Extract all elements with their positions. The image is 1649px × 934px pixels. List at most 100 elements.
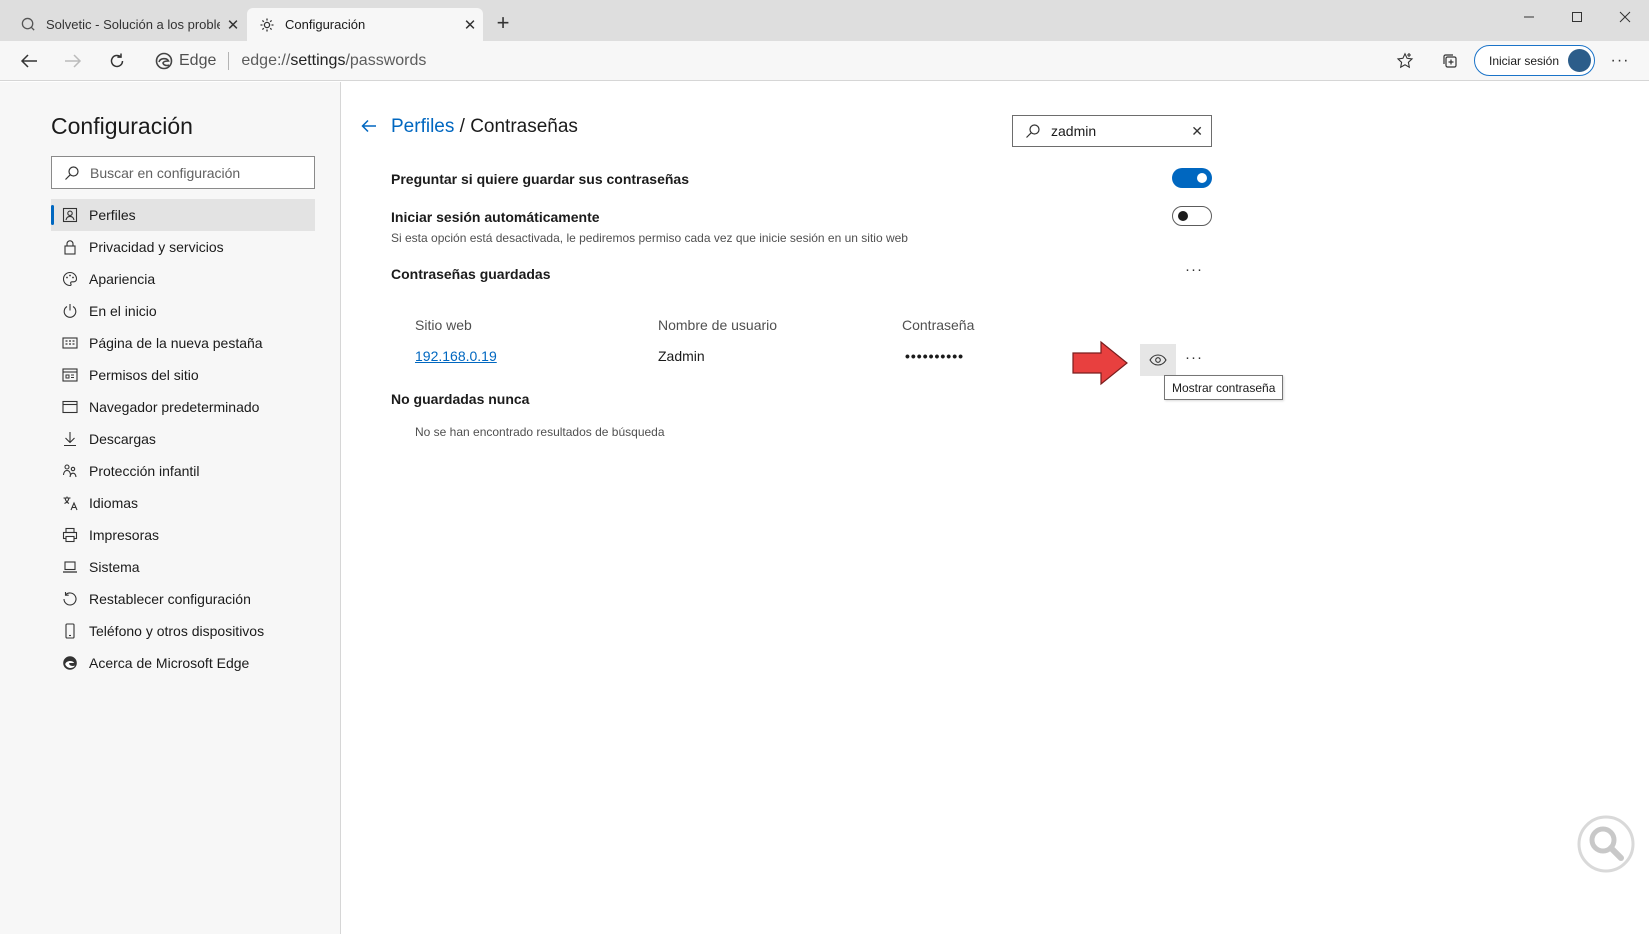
tab-configuracion[interactable]: Configuración ✕	[247, 8, 483, 41]
favorite-star-button[interactable]	[1390, 47, 1420, 75]
printer-icon	[61, 526, 79, 544]
signin-button[interactable]: Iniciar sesión	[1474, 45, 1595, 76]
column-header-site: Sitio web	[415, 317, 472, 333]
close-icon[interactable]: ✕	[220, 16, 246, 34]
sidebar-title: Configuración	[51, 113, 193, 139]
settings-search-input[interactable]: Buscar en configuración	[51, 156, 315, 189]
breadcrumb-current: Contraseñas	[470, 116, 578, 137]
back-button[interactable]	[14, 47, 44, 75]
star-icon	[1396, 52, 1414, 69]
sidebar-item-label: Permisos del sitio	[89, 367, 199, 383]
sidebar-item-label: Teléfono y otros dispositivos	[89, 623, 265, 639]
sidebar-item-nueva-pestana[interactable]: Página de la nueva pestaña	[51, 327, 315, 359]
palette-icon	[61, 270, 79, 288]
power-icon	[61, 302, 79, 320]
avatar	[1568, 49, 1591, 72]
settings-sidebar: Configuración Buscar en configuración Pe…	[0, 82, 341, 934]
column-header-password: Contraseña	[902, 317, 975, 333]
tab-solvetic[interactable]: Solvetic - Solución a los problem ✕	[8, 8, 246, 41]
show-password-button[interactable]	[1140, 344, 1176, 376]
sidebar-item-label: Sistema	[89, 559, 140, 575]
sidebar-item-idiomas[interactable]: Idiomas	[51, 487, 315, 519]
sidebar-item-perfiles[interactable]: Perfiles	[51, 199, 315, 231]
family-icon	[61, 462, 79, 480]
new-tab-button[interactable]: +	[492, 12, 514, 35]
refresh-button[interactable]	[102, 47, 132, 75]
signin-label: Iniciar sesión	[1489, 53, 1560, 68]
breadcrumb-perfiles-link[interactable]: Perfiles	[391, 116, 454, 137]
search-value: zadmin	[1051, 123, 1097, 139]
sidebar-item-acerca-de[interactable]: Acerca de Microsoft Edge	[51, 647, 315, 679]
settings-nav: Perfiles Privacidad y servicios Aparienc…	[51, 199, 315, 679]
arrow-right-icon	[65, 54, 82, 68]
eye-icon	[1149, 354, 1167, 366]
window-controls	[1505, 0, 1649, 33]
offer-save-toggle[interactable]	[1172, 168, 1212, 188]
site-label: Edge	[179, 52, 217, 69]
collections-icon	[1443, 54, 1457, 68]
search-icon	[1025, 123, 1041, 139]
sidebar-item-label: Idiomas	[89, 495, 139, 511]
sidebar-item-apariencia[interactable]: Apariencia	[51, 263, 315, 295]
autosignin-toggle[interactable]	[1172, 206, 1212, 226]
sidebar-item-label: Privacidad y servicios	[89, 239, 224, 255]
sidebar-item-navegador[interactable]: Navegador predeterminado	[51, 391, 315, 423]
collections-button[interactable]	[1435, 47, 1465, 75]
url-divider	[228, 52, 230, 70]
sidebar-item-telefono[interactable]: Teléfono y otros dispositivos	[51, 615, 315, 647]
minimize-icon[interactable]	[1505, 0, 1553, 33]
arrow-left-icon	[361, 119, 376, 133]
sidebar-item-restablecer[interactable]: Restablecer configuración	[51, 583, 315, 615]
saved-passwords-header: Contraseñas guardadas	[391, 266, 551, 282]
sidebar-item-label: Acerca de Microsoft Edge	[89, 655, 250, 671]
saved-passwords-more-button[interactable]: ···	[1185, 261, 1203, 278]
search-icon	[64, 165, 80, 181]
sidebar-item-inicio[interactable]: En el inicio	[51, 295, 315, 327]
sidebar-item-proteccion-infantil[interactable]: Protección infantil	[51, 455, 315, 487]
edge-logo-icon	[155, 52, 173, 70]
toggle-knob	[1178, 211, 1188, 221]
sidebar-item-privacidad[interactable]: Privacidad y servicios	[51, 231, 315, 263]
sidebar-item-permisos[interactable]: Permisos del sitio	[51, 359, 315, 391]
settings-main: Perfiles / Contraseñas zadmin ✕ Pregunta…	[342, 82, 1649, 934]
sidebar-item-sistema[interactable]: Sistema	[51, 551, 315, 583]
laptop-icon	[61, 558, 79, 576]
sidebar-item-label: Descargas	[89, 431, 156, 447]
title-bar: Solvetic - Solución a los problem ✕ Conf…	[0, 0, 1649, 41]
languages-icon	[61, 494, 79, 512]
maximize-icon[interactable]	[1553, 0, 1601, 33]
close-icon[interactable]: ✕	[457, 16, 483, 34]
more-menu-button[interactable]: ···	[1605, 47, 1635, 75]
saved-password-masked: ••••••••••	[905, 348, 965, 364]
saved-site-link[interactable]: 192.168.0.19	[415, 348, 497, 364]
sidebar-item-descargas[interactable]: Descargas	[51, 423, 315, 455]
download-icon	[61, 430, 79, 448]
gear-icon	[259, 17, 275, 33]
breadcrumb-separator: /	[454, 116, 471, 137]
phone-icon	[61, 622, 79, 640]
sidebar-item-label: Impresoras	[89, 527, 160, 543]
refresh-icon	[110, 53, 124, 68]
window-close-icon[interactable]	[1601, 0, 1649, 33]
url-field[interactable]: Edge edge://settings/passwords	[155, 50, 426, 72]
forward-button[interactable]	[58, 47, 88, 75]
search-placeholder: Buscar en configuración	[90, 164, 241, 181]
never-saved-header: No guardadas nunca	[391, 391, 530, 407]
sidebar-item-label: Página de la nueva pestaña	[89, 335, 263, 351]
row-more-button[interactable]: ···	[1185, 349, 1203, 366]
url-path: /passwords	[345, 52, 427, 69]
profile-icon	[61, 206, 79, 224]
tab-title: Configuración	[285, 17, 366, 32]
site-permissions-icon	[61, 366, 79, 384]
sidebar-item-label: Navegador predeterminado	[89, 399, 260, 415]
autosignin-label: Iniciar sesión automáticamente	[391, 209, 600, 225]
sidebar-item-impresoras[interactable]: Impresoras	[51, 519, 315, 551]
toggle-knob	[1197, 173, 1207, 183]
url-host: settings	[290, 52, 346, 69]
autosignin-description: Si esta opción está desactivada, le pedi…	[391, 231, 908, 245]
red-arrow-annotation	[1072, 340, 1128, 386]
offer-save-label: Preguntar si quiere guardar sus contrase…	[391, 171, 689, 187]
clear-search-icon[interactable]: ✕	[1191, 123, 1203, 140]
back-to-profiles-button[interactable]	[358, 116, 380, 136]
password-search-input[interactable]: zadmin ✕	[1012, 115, 1212, 147]
